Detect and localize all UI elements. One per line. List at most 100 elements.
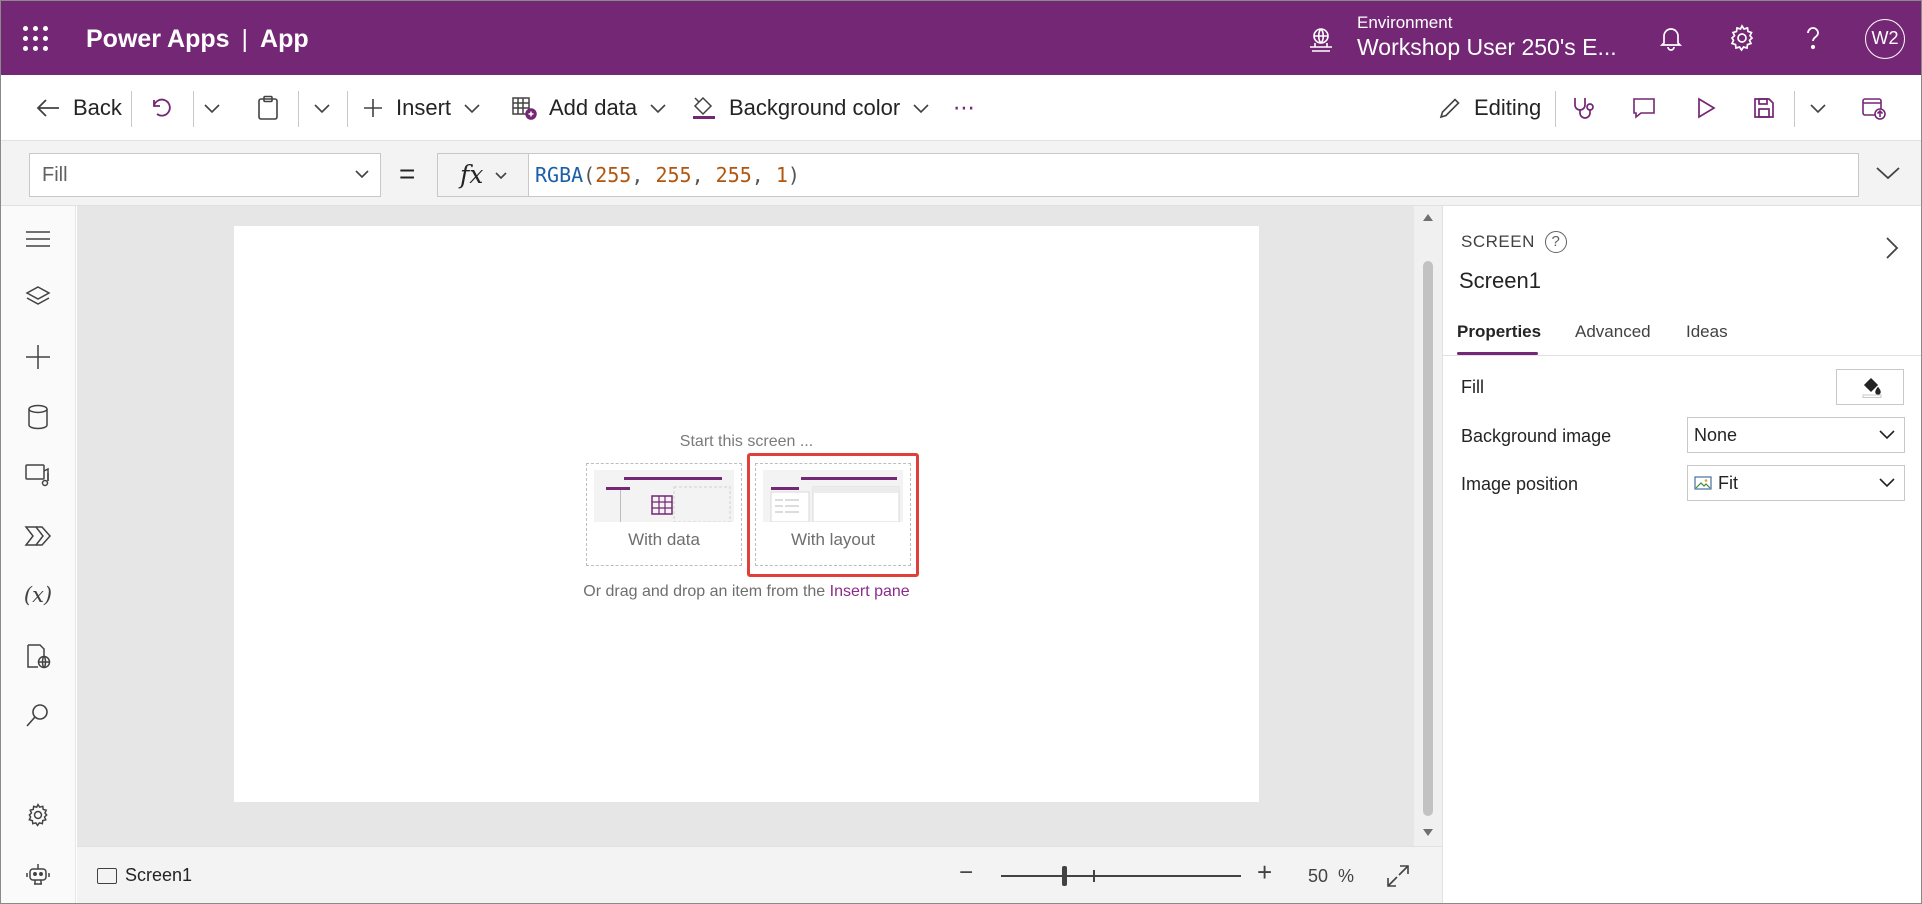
comments-button[interactable] [1631,75,1657,141]
app-title: Power Apps | App [86,25,309,54]
with-data-label: With data [628,530,700,549]
publish-button[interactable] [1861,75,1887,141]
insert-pane-link[interactable]: Insert pane [830,583,910,600]
advanced-tools-icon[interactable] [23,641,53,671]
add-table-icon [512,97,537,120]
environment-label: Environment [1357,13,1453,32]
paste-dropdown[interactable] [313,75,331,141]
annotation-highlight-box [747,453,919,577]
screen-selector[interactable]: Screen1 [97,865,192,886]
background-image-value: None [1694,425,1738,445]
selected-control-name[interactable]: Screen1 [1459,268,1541,294]
tab-ideas[interactable]: Ideas [1686,322,1728,342]
formula-comma: , [691,163,716,187]
app-launcher-icon[interactable] [23,26,49,52]
power-automate-icon[interactable] [23,521,53,551]
help-question-icon[interactable] [1798,23,1828,53]
tab-advanced[interactable]: Advanced [1575,322,1651,342]
insert-plus-icon[interactable] [23,342,53,372]
save-button[interactable] [1752,75,1776,141]
zoom-slider[interactable] [1001,866,1241,886]
zoom-value: 50 [1308,866,1329,886]
chevron-down-icon [650,104,666,114]
fit-to-window-icon[interactable] [1386,864,1410,888]
data-cylinder-icon[interactable] [23,402,53,432]
add-data-button[interactable]: Add data [511,75,667,141]
hamburger-menu-icon[interactable] [23,224,53,254]
preview-play-button[interactable] [1693,75,1717,141]
app-window: Power Apps | App Environment Workshop User… [0,0,1922,904]
pencil-icon [1439,98,1460,119]
tree-view-layers-icon[interactable] [23,282,53,312]
screen-canvas[interactable]: Start this screen ... With data With lay… [234,226,1259,802]
save-icon [1754,98,1774,118]
formula-arg-red: 255 [595,163,632,187]
tab-properties[interactable]: Properties [1457,322,1541,342]
scrollbar-thumb[interactable] [1423,261,1433,816]
chevron-down-icon [913,104,929,114]
undo-button[interactable] [149,75,173,141]
formula-bar: Fill = fx RGBA(255, 255, 255, 1) [1,141,1921,206]
notifications-bell-icon[interactable] [1656,23,1686,53]
save-dropdown[interactable] [1809,75,1827,141]
insert-button[interactable]: Insert [362,75,481,141]
with-data-thumbnail [594,470,734,523]
zoom-out-button[interactable]: − [959,859,973,887]
back-button[interactable]: Back [35,75,122,141]
editing-mode-button[interactable]: Editing [1438,75,1541,141]
formula-input[interactable]: RGBA(255, 255, 255, 1) [529,153,1859,197]
zoom-in-button[interactable]: + [1257,857,1272,888]
scroll-up-arrow-icon[interactable] [1422,212,1434,222]
fill-color-picker[interactable] [1836,369,1904,405]
status-bar: Screen1 − + 50 % [77,846,1442,903]
variables-icon[interactable]: (x) [23,580,53,610]
zoom-unit: % [1338,866,1355,886]
control-type: SCREEN ? [1461,231,1567,253]
paste-button[interactable] [256,75,280,141]
image-position-dropdown[interactable]: Fit [1687,465,1905,501]
undo-icon [153,98,171,117]
user-avatar[interactable]: W2 [1865,19,1905,59]
search-icon[interactable] [23,700,53,730]
clipboard-icon [258,95,278,120]
formula-arg-blue: 255 [715,163,752,187]
more-commands-button[interactable]: ⋯ [953,75,975,141]
help-circle-icon[interactable]: ? [1544,231,1567,253]
background-color-button[interactable]: Background color [691,75,930,141]
insert-label: Insert [396,95,452,120]
formula-paren-close: ) [787,163,800,187]
environment-name[interactable]: Workshop User 250's E... [1357,34,1617,61]
back-label: Back [73,95,122,120]
divider [298,91,299,127]
formula-function: RGBA [535,163,584,187]
zoom-level[interactable]: 50 % [1308,866,1354,887]
canvas-vertical-scrollbar[interactable] [1414,206,1442,846]
property-value: Fill [42,164,68,186]
undo-dropdown[interactable] [203,75,221,141]
property-dropdown[interactable]: Fill [29,153,381,197]
zoom-slider-handle[interactable] [1062,866,1067,886]
function-picker-button[interactable]: fx [437,153,529,197]
stethoscope-icon [1574,98,1594,119]
top-header: Power Apps | App Environment Workshop User… [1,1,1921,75]
copilot-bot-icon[interactable] [23,859,53,889]
app-checker-button[interactable] [1571,75,1597,141]
editing-label: Editing [1474,95,1542,120]
drag-hint-text: Or drag and drop an item from the [583,583,830,600]
settings-gear-icon[interactable] [23,800,53,830]
settings-gear-icon[interactable] [1727,23,1757,53]
media-icon[interactable] [23,461,53,491]
background-image-dropdown[interactable]: None [1687,417,1905,453]
with-data-tile[interactable]: With data [586,463,742,566]
environment-icon[interactable] [1307,27,1335,53]
expand-formula-chevron-icon[interactable] [1875,165,1901,181]
collapse-panel-chevron-icon[interactable] [1885,236,1899,260]
scroll-down-arrow-icon[interactable] [1422,828,1434,838]
add-data-label: Add data [549,95,638,120]
arrow-left-icon [36,99,59,117]
divider [1555,91,1556,127]
divider [1794,91,1795,127]
divider [347,91,348,127]
product-name[interactable]: Power Apps [86,25,230,53]
image-position-value: Fit [1718,473,1738,493]
